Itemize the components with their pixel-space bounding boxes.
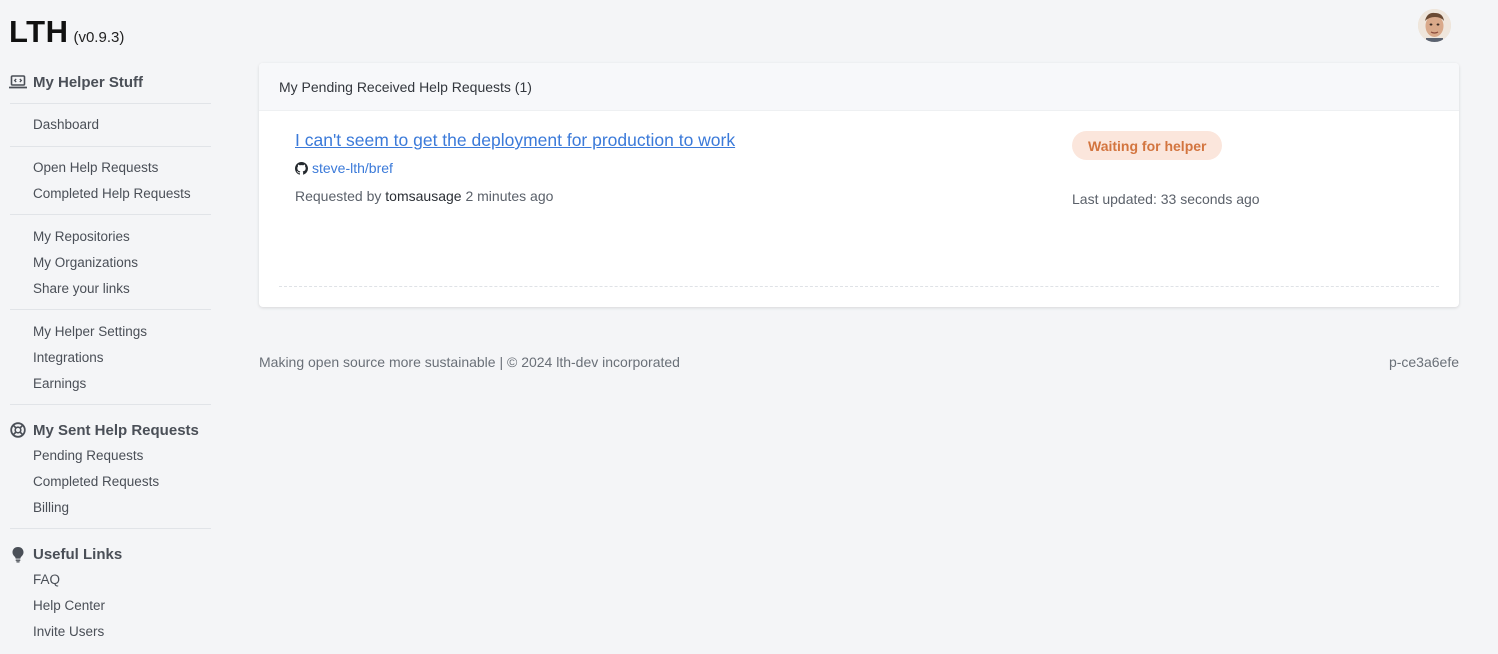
laptop-code-icon — [9, 73, 27, 91]
footer-tagline: Making open source more sustainable | © … — [259, 354, 680, 370]
sidebar-section-helper[interactable]: My Helper Stuff — [9, 73, 143, 91]
row-divider — [279, 286, 1439, 287]
last-updated: Last updated: 33 seconds ago — [1072, 191, 1260, 207]
repo-name: steve-lth/bref — [312, 160, 393, 176]
sidebar-divider — [10, 528, 211, 529]
sidebar-item-faq[interactable]: FAQ — [33, 572, 60, 587]
requested-by-line: Requested by tomsausage 2 minutes ago — [295, 188, 553, 204]
sidebar-item-my-organizations[interactable]: My Organizations — [33, 255, 138, 270]
requested-time: 2 minutes ago — [465, 188, 554, 204]
lifebuoy-icon — [9, 421, 27, 439]
sidebar-item-billing[interactable]: Billing — [33, 500, 69, 515]
pending-requests-card: My Pending Received Help Requests (1) I … — [259, 63, 1459, 307]
requested-by-prefix: Requested by — [295, 188, 382, 204]
sidebar-divider — [10, 404, 211, 405]
avatar-portrait-icon — [1418, 9, 1451, 42]
sidebar-item-completed-requests[interactable]: Completed Requests — [33, 474, 159, 489]
sidebar-item-help-center[interactable]: Help Center — [33, 598, 105, 613]
sidebar-divider — [10, 146, 211, 147]
sidebar-section-useful-links[interactable]: Useful Links — [9, 545, 122, 563]
sidebar-item-my-repositories[interactable]: My Repositories — [33, 229, 130, 244]
sidebar-divider — [10, 214, 211, 215]
sidebar-item-open-help-requests[interactable]: Open Help Requests — [33, 160, 158, 175]
github-icon — [295, 161, 308, 175]
sidebar-section-title: My Sent Help Requests — [33, 421, 199, 439]
status-badge: Waiting for helper — [1072, 131, 1223, 160]
sidebar: My Helper Stuff Dashboard Open Help Requ… — [0, 0, 212, 654]
request-title-link[interactable]: I can't seem to get the deployment for p… — [295, 130, 735, 151]
sidebar-item-integrations[interactable]: Integrations — [33, 350, 104, 365]
card-title: My Pending Received Help Requests (1) — [279, 78, 532, 95]
sidebar-item-share-links[interactable]: Share your links — [33, 281, 130, 296]
sidebar-item-helper-settings[interactable]: My Helper Settings — [33, 324, 147, 339]
sidebar-divider — [10, 309, 211, 310]
card-header: My Pending Received Help Requests (1) — [259, 63, 1459, 111]
sidebar-item-invite-users[interactable]: Invite Users — [33, 624, 104, 639]
repo-link[interactable]: steve-lth/bref — [295, 160, 393, 176]
lightbulb-icon — [9, 545, 27, 563]
sidebar-section-title: My Helper Stuff — [33, 73, 144, 91]
build-id: p-ce3a6efe — [1388, 354, 1459, 370]
sidebar-section-title: Useful Links — [33, 545, 123, 563]
sidebar-item-completed-help-requests[interactable]: Completed Help Requests — [33, 186, 191, 201]
requester-name[interactable]: tomsausage — [385, 188, 461, 204]
sidebar-item-pending-requests[interactable]: Pending Requests — [33, 448, 143, 463]
sidebar-item-dashboard[interactable]: Dashboard — [33, 117, 99, 132]
sidebar-item-earnings[interactable]: Earnings — [33, 376, 86, 391]
sidebar-section-sent[interactable]: My Sent Help Requests — [9, 421, 199, 439]
help-request-item: I can't seem to get the deployment for p… — [259, 111, 1459, 287]
user-avatar[interactable] — [1418, 9, 1451, 42]
sidebar-divider — [10, 103, 211, 104]
